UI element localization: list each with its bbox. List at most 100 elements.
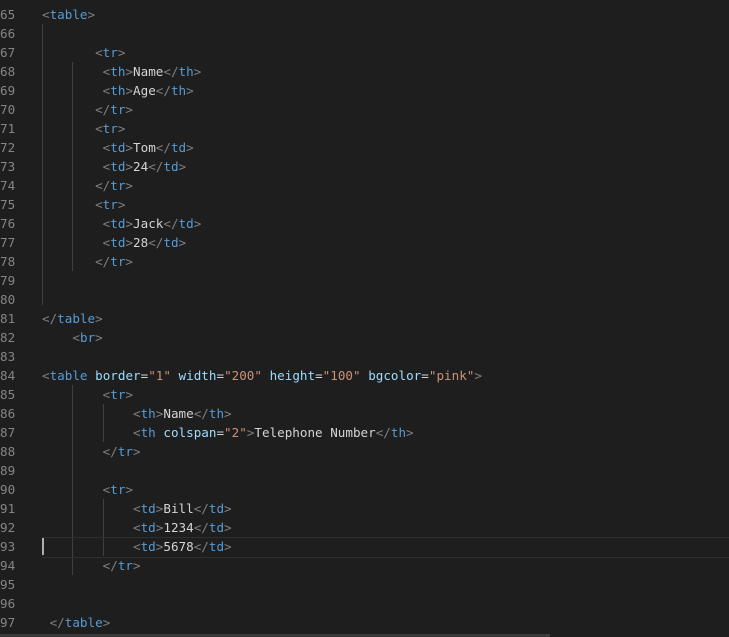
code-text: </tr> <box>42 100 133 119</box>
code-token: "pink" <box>428 368 475 383</box>
code-line[interactable]: 72 <td>Tom</td> <box>0 138 729 157</box>
code-token: tr <box>117 558 134 573</box>
code-token: </ <box>102 444 118 459</box>
code-line[interactable]: 77 <td>28</td> <box>0 233 729 252</box>
code-token: th <box>110 83 126 98</box>
code-line[interactable]: 95 <box>0 575 729 594</box>
code-text: <td>1234</td> <box>42 518 232 537</box>
code-line[interactable]: 76 <td>Jack</td> <box>0 214 729 233</box>
line-number: 89 <box>0 463 16 478</box>
code-token: < <box>95 121 103 136</box>
code-text: <td>28</td> <box>42 233 186 252</box>
code-token: < <box>133 406 141 421</box>
code-line[interactable]: 71 <tr> <box>0 119 729 138</box>
code-line[interactable]: 85 <tr> <box>0 385 729 404</box>
code-token: th <box>140 425 156 440</box>
code-line[interactable]: 81 </table> <box>0 309 729 328</box>
code-line[interactable]: 65 <table> <box>0 5 729 24</box>
code-line[interactable]: 67 <tr> <box>0 43 729 62</box>
code-line[interactable]: 68 <th>Name</th> <box>0 62 729 81</box>
code-token: > <box>133 558 141 573</box>
code-token: td <box>110 140 126 155</box>
code-token: > <box>224 520 232 535</box>
code-token: > <box>178 159 187 174</box>
code-token: > <box>406 425 414 440</box>
code-line[interactable]: 74 </tr> <box>0 176 729 195</box>
code-line[interactable]: 92 <td>1234</td> <box>0 518 729 537</box>
code-token: > <box>95 330 103 345</box>
code-line[interactable]: 91 <td>Bill</td> <box>0 499 729 518</box>
code-line[interactable]: 97 </table> <box>0 613 729 632</box>
code-token: td <box>178 216 194 231</box>
line-number: 94 <box>0 558 16 573</box>
code-line[interactable]: 66 <box>0 24 729 43</box>
code-line[interactable]: 94 </tr> <box>0 556 729 575</box>
code-token: > <box>125 178 134 193</box>
code-line[interactable]: 83 <box>0 347 729 366</box>
code-token: > <box>178 235 187 250</box>
code-line[interactable]: 88 </tr> <box>0 442 729 461</box>
line-number: 72 <box>0 140 16 155</box>
code-token: > <box>224 406 232 421</box>
code-text: </tr> <box>42 252 133 271</box>
line-number: 65 <box>0 7 16 22</box>
line-number: 73 <box>0 159 16 174</box>
code-line[interactable]: 75 <tr> <box>0 195 729 214</box>
code-line[interactable]: 79 <box>0 271 729 290</box>
line-number: 86 <box>0 406 16 421</box>
code-editor[interactable]: 65 < table > 66 67 <tr> 68 <th>Name</th> 69 <th… <box>0 0 729 637</box>
line-number: 85 <box>0 387 16 402</box>
line-number: 95 <box>0 577 16 592</box>
code-line[interactable]: 78 </tr> <box>0 252 729 271</box>
code-token: > <box>125 102 134 117</box>
code-line[interactable]: 89 <box>0 461 729 480</box>
line-number: 84 <box>0 368 16 383</box>
line-number: 71 <box>0 121 16 136</box>
code-token: Tom <box>133 140 156 155</box>
code-line[interactable]: 80 <box>0 290 729 309</box>
code-token: td <box>140 501 156 516</box>
code-token: < <box>42 368 50 383</box>
code-token: = <box>421 368 429 383</box>
code-token: > <box>193 64 202 79</box>
code-token: td <box>163 235 179 250</box>
code-token: td <box>163 159 179 174</box>
code-token: table <box>64 615 103 630</box>
code-token: < <box>42 7 50 22</box>
code-line[interactable]: 90 <tr> <box>0 480 729 499</box>
code-line[interactable]: 87 <th colspan="2">Telephone Number</th> <box>0 423 729 442</box>
line-number: 88 <box>0 444 16 459</box>
code-token: < <box>95 197 103 212</box>
line-number: 96 <box>0 596 16 611</box>
code-line[interactable]: 70 </tr> <box>0 100 729 119</box>
code-line[interactable]: 86 <th>Name</th> <box>0 404 729 423</box>
code-token: < <box>72 330 80 345</box>
line-number: 93 <box>0 539 16 554</box>
line-number: 66 <box>0 26 16 41</box>
code-token: td <box>110 235 126 250</box>
code-token: < <box>133 520 141 535</box>
code-line[interactable]: 73 <td>24</td> <box>0 157 729 176</box>
code-line[interactable]: 82 <br> <box>0 328 729 347</box>
code-token: </ <box>163 216 179 231</box>
code-token: td <box>208 539 225 554</box>
code-line[interactable]: 69 <th>Age</th> <box>0 81 729 100</box>
code-line[interactable]: 96 <box>0 594 729 613</box>
code-line[interactable]: 93 <td>5678</td> <box>0 537 729 556</box>
code-line[interactable]: 84 <table border="1" width="200" height="… <box>0 366 729 385</box>
code-token: Name <box>163 406 194 421</box>
code-token: </ <box>375 425 391 440</box>
code-token: > <box>193 216 202 231</box>
